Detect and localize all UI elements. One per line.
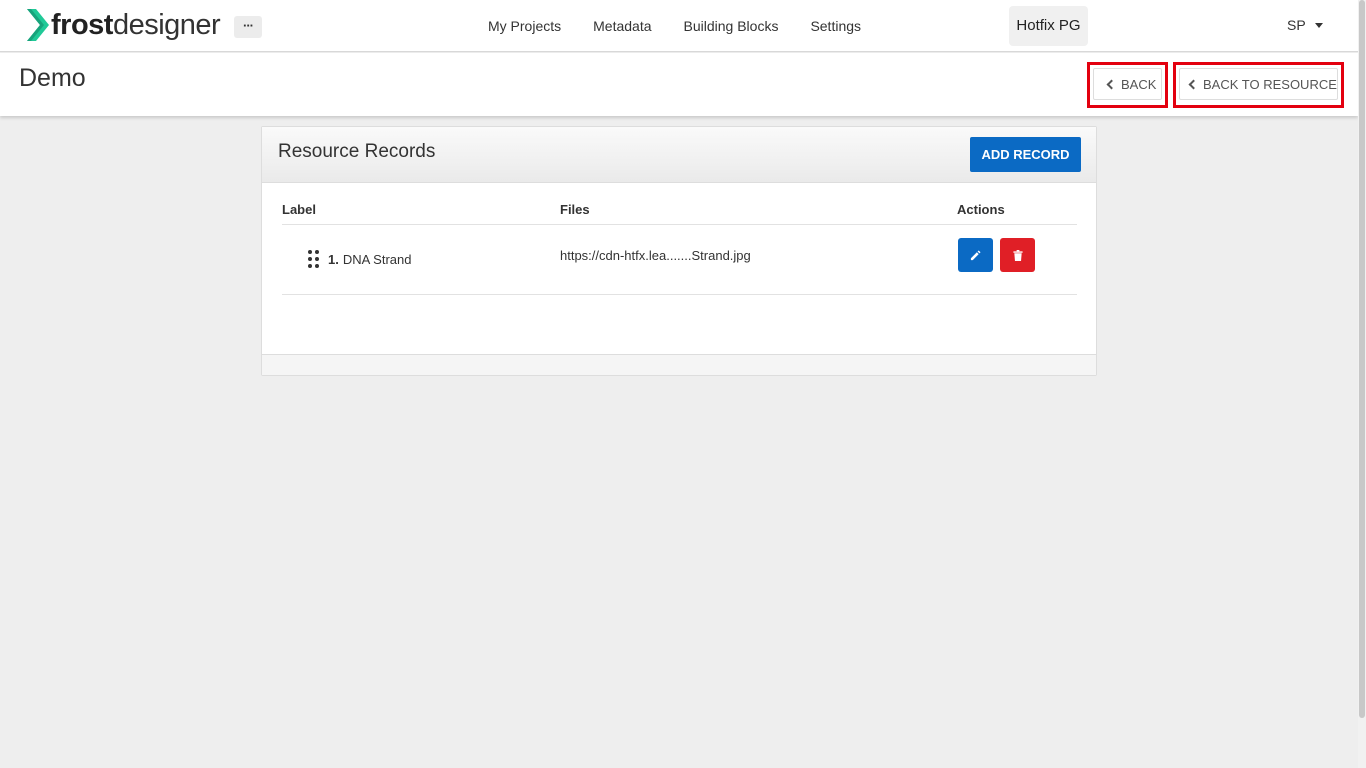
caret-down-icon — [1314, 22, 1323, 28]
nav-settings[interactable]: Settings — [794, 18, 877, 34]
add-record-button[interactable]: ADD RECORD — [970, 137, 1081, 172]
user-menu[interactable]: SP — [1287, 17, 1323, 33]
label-cell: 1. DNA Strand — [282, 224, 560, 295]
top-navbar: frostdesigner ··· My Projects Metadata B… — [0, 0, 1358, 52]
records-table: Label Files Actions 1. DNA Strand https:… — [282, 202, 1077, 295]
page-scrollbar[interactable] — [1358, 0, 1366, 768]
logo-frost-text: frost — [51, 8, 113, 41]
resource-records-card: Resource Records ADD RECORD Label Files … — [261, 126, 1097, 376]
table-header-row: Label Files Actions — [282, 202, 1077, 225]
back-button-label: BACK — [1121, 76, 1157, 92]
drag-handle-icon[interactable] — [308, 250, 319, 268]
trash-icon — [1012, 249, 1023, 261]
record-label: DNA Strand — [342, 251, 412, 267]
logo-designer-text: designer — [112, 8, 221, 41]
edit-record-button[interactable] — [958, 238, 993, 272]
nav-building-blocks[interactable]: Building Blocks — [668, 18, 795, 34]
card-header: Resource Records ADD RECORD — [262, 127, 1096, 183]
project-selector[interactable]: Hotfix PG — [1009, 6, 1088, 46]
chevron-left-icon — [1188, 79, 1199, 89]
page-header: Demo BACK BACK TO RESOURCE — [0, 53, 1358, 116]
column-header-actions: Actions — [957, 202, 1077, 225]
actions-cell — [957, 224, 1077, 295]
record-number: 1. — [328, 251, 339, 267]
pencil-icon — [970, 249, 981, 260]
files-cell: https://cdn-htfx.lea.......Strand.jpg — [560, 224, 957, 295]
back-to-resource-label: BACK TO RESOURCE — [1203, 76, 1337, 92]
nav-metadata[interactable]: Metadata — [577, 18, 667, 34]
more-menu-button[interactable]: ··· — [234, 16, 262, 38]
nav-my-projects[interactable]: My Projects — [472, 18, 577, 34]
back-button[interactable]: BACK — [1093, 68, 1162, 100]
table-row: 1. DNA Strand https://cdn-htfx.lea......… — [282, 224, 1077, 295]
main-nav: My Projects Metadata Building Blocks Set… — [472, 0, 877, 52]
scrollbar-thumb[interactable] — [1359, 0, 1365, 718]
delete-record-button[interactable] — [1000, 238, 1035, 272]
record-file: https://cdn-htfx.lea.......Strand.jpg — [560, 247, 751, 263]
card-title: Resource Records — [278, 141, 436, 162]
chevron-left-icon — [1106, 79, 1117, 89]
column-header-label: Label — [282, 202, 560, 225]
user-initials: SP — [1287, 17, 1306, 33]
logo[interactable]: frostdesigner — [27, 8, 221, 42]
logo-chevron-icon — [27, 9, 49, 41]
page-title: Demo — [19, 64, 86, 92]
column-header-files: Files — [560, 202, 957, 225]
back-to-resource-button[interactable]: BACK TO RESOURCE — [1179, 68, 1338, 100]
card-footer — [262, 354, 1096, 375]
